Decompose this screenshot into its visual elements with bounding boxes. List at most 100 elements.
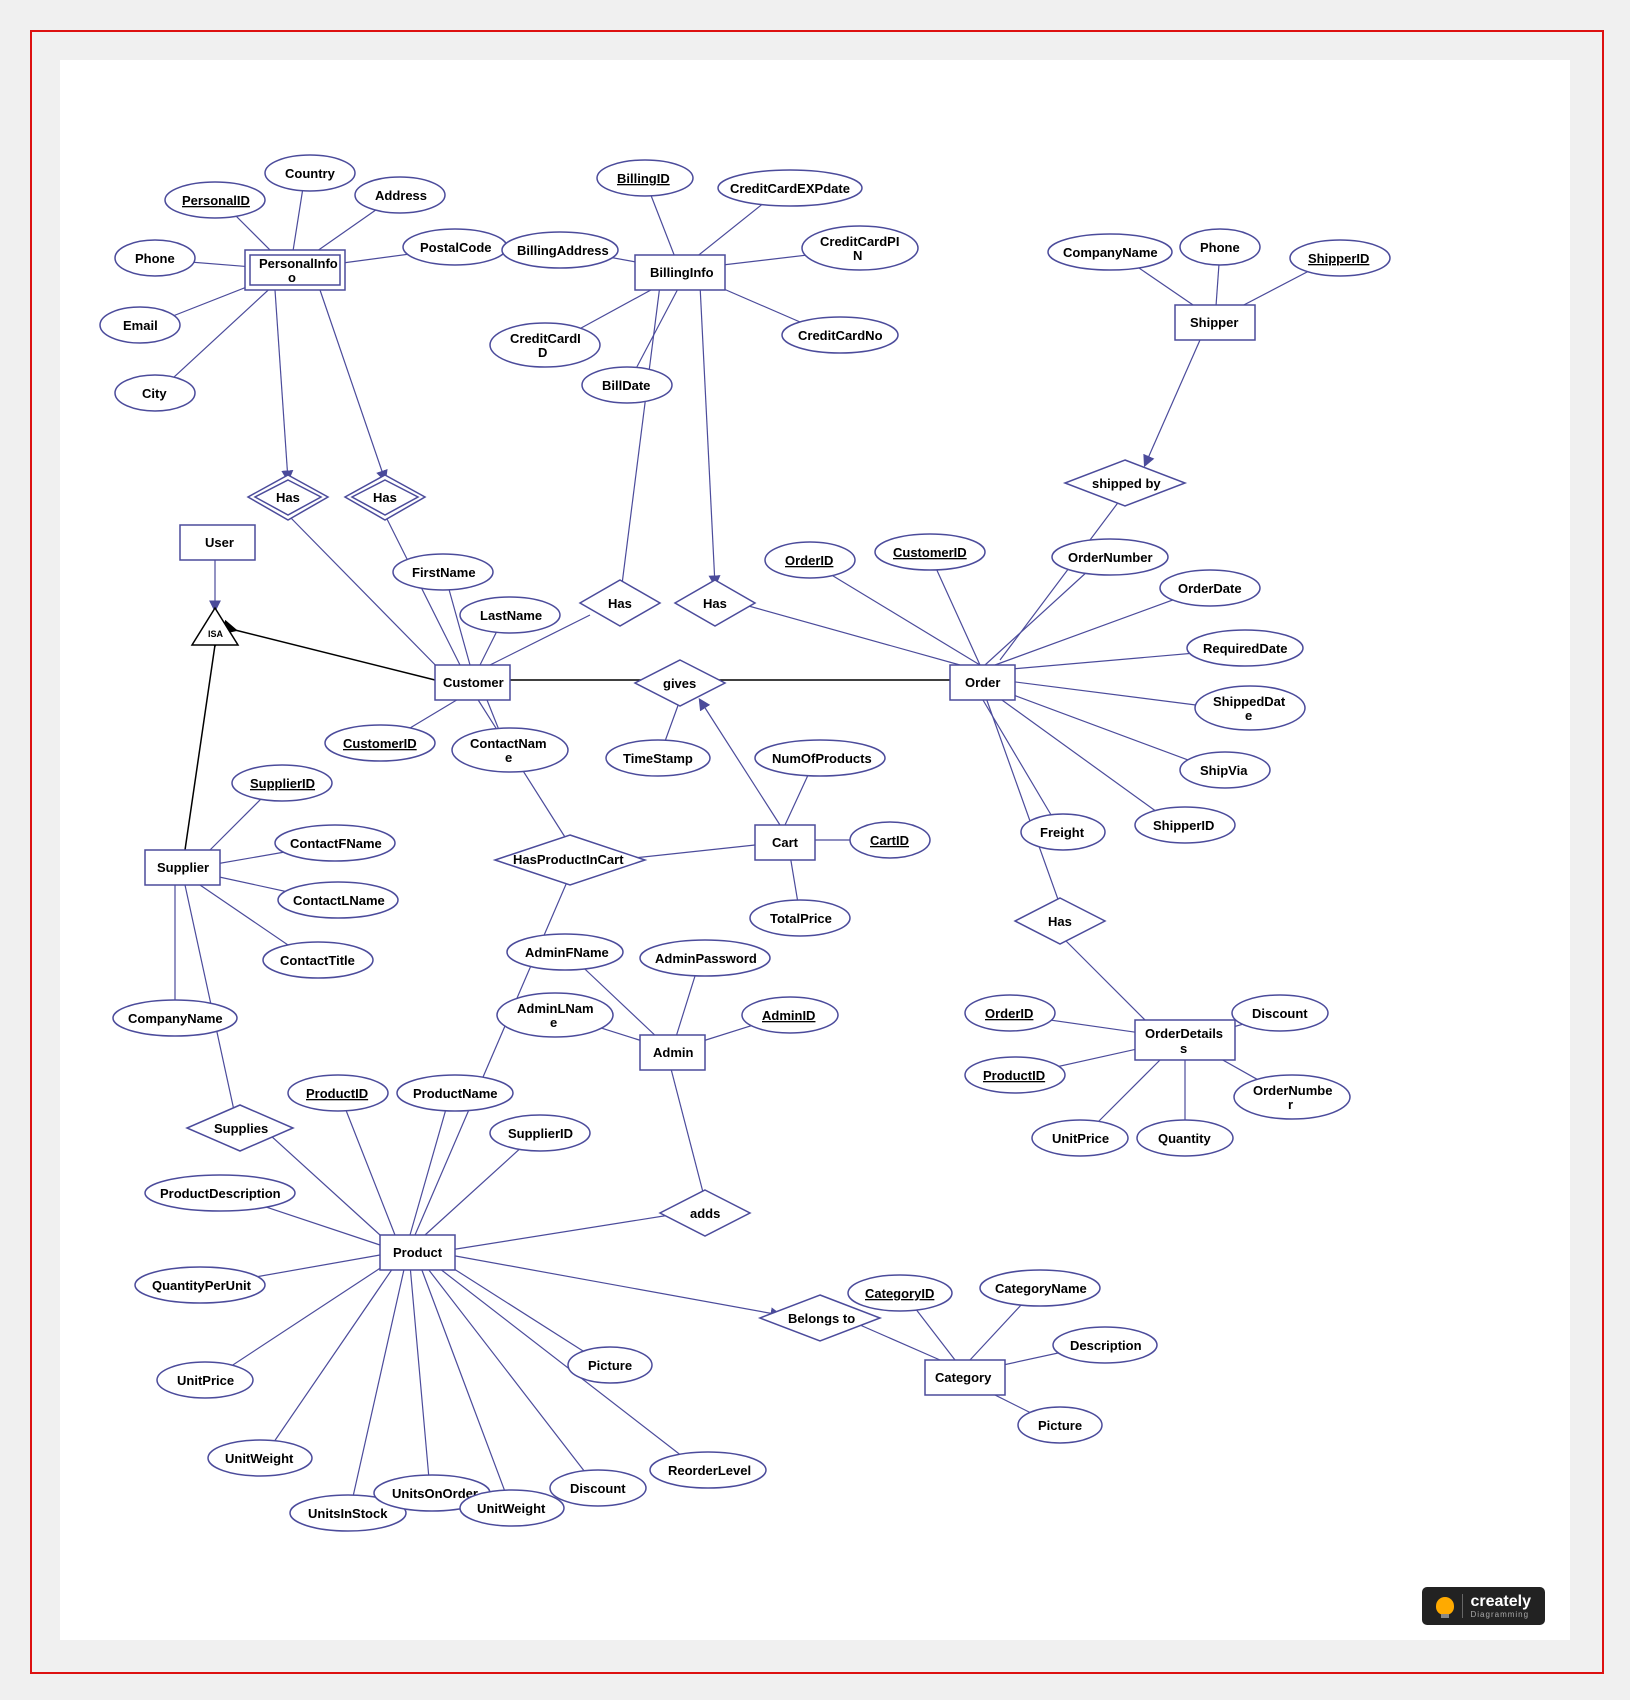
attr-unitweight2[interactable]: UnitWeight [460, 1490, 564, 1526]
attr-shippeddate[interactable]: ShippedDate [1195, 686, 1305, 730]
svg-text:BillingAddress: BillingAddress [517, 243, 609, 258]
entity-order[interactable]: Order [950, 665, 1015, 700]
attr-address[interactable]: Address [355, 177, 445, 213]
attr-phone[interactable]: Phone [115, 240, 195, 276]
attr-categoryname[interactable]: CategoryName [980, 1270, 1100, 1306]
attr-customerid[interactable]: CustomerID [325, 725, 435, 761]
rel-gives[interactable]: gives [635, 660, 725, 706]
entity-user[interactable]: User [180, 525, 255, 560]
attr-discount2[interactable]: Discount [1232, 995, 1328, 1031]
attr-orderid[interactable]: OrderID [765, 542, 855, 578]
isa-triangle[interactable]: ISA [192, 608, 238, 645]
svg-text:shipped by: shipped by [1092, 476, 1161, 491]
attr-productname[interactable]: ProductName [397, 1075, 513, 1111]
attr-timestamp[interactable]: TimeStamp [606, 740, 710, 776]
attr-unitweight[interactable]: UnitWeight [208, 1440, 312, 1476]
attr-numofproducts[interactable]: NumOfProducts [755, 740, 885, 776]
svg-text:ISA: ISA [208, 629, 224, 639]
rel-supplies[interactable]: Supplies [187, 1105, 293, 1151]
attr-customerid2[interactable]: CustomerID [875, 534, 985, 570]
svg-text:OrderDetails: OrderDetails [1145, 1026, 1223, 1041]
attr-picture[interactable]: Picture [568, 1347, 652, 1383]
attr-shipvia[interactable]: ShipVia [1180, 752, 1270, 788]
entity-billinginfo[interactable]: BillingInfo [635, 255, 725, 290]
attr-unitprice[interactable]: UnitPrice [157, 1362, 253, 1398]
entity-orderdetails[interactable]: OrderDetailss [1135, 1020, 1235, 1060]
attr-supplierid2[interactable]: SupplierID [490, 1115, 590, 1151]
attr-contactfname[interactable]: ContactFName [275, 825, 395, 861]
rel-has2[interactable]: Has [345, 475, 425, 520]
attr-companyname[interactable]: CompanyName [1048, 234, 1172, 270]
attr-city[interactable]: City [115, 375, 195, 411]
attr-productid[interactable]: ProductID [288, 1075, 388, 1111]
attr-unitprice2[interactable]: UnitPrice [1032, 1120, 1128, 1156]
attr-country[interactable]: Country [265, 155, 355, 191]
attr-billaddr[interactable]: BillingAddress [502, 232, 618, 268]
attr-phone2[interactable]: Phone [1180, 229, 1260, 265]
attr-reorderlevel[interactable]: ReorderLevel [650, 1452, 766, 1488]
attr-freight[interactable]: Freight [1021, 814, 1105, 850]
rel-shippedby[interactable]: shipped by [1065, 460, 1185, 506]
attr-firstname[interactable]: FirstName [393, 554, 493, 590]
svg-text:ContactNam: ContactNam [470, 736, 547, 751]
attr-companyname2[interactable]: CompanyName [113, 1000, 237, 1036]
rel-has5[interactable]: Has [1015, 898, 1105, 944]
rel-has1[interactable]: Has [248, 475, 328, 520]
rel-hasproductincart[interactable]: HasProductInCart [495, 835, 645, 885]
entity-product[interactable]: Product [380, 1235, 455, 1270]
attr-adminfname[interactable]: AdminFName [507, 934, 623, 970]
svg-text:SupplierID: SupplierID [250, 776, 315, 791]
attr-quantity[interactable]: Quantity [1137, 1120, 1233, 1156]
attr-categoryid[interactable]: CategoryID [848, 1275, 952, 1311]
attr-contacttitle[interactable]: ContactTitle [263, 942, 373, 978]
attr-adminpassword[interactable]: AdminPassword [640, 940, 770, 976]
rel-has4[interactable]: Has [675, 580, 755, 626]
attr-totalprice[interactable]: TotalPrice [750, 900, 850, 936]
attr-contactlname[interactable]: ContactLName [278, 882, 398, 918]
svg-text:AdminLNam: AdminLNam [517, 1001, 594, 1016]
rel-has3[interactable]: Has [580, 580, 660, 626]
svg-text:Order: Order [965, 675, 1000, 690]
entity-shipper[interactable]: Shipper [1175, 305, 1255, 340]
attr-adminid[interactable]: AdminID [742, 997, 838, 1033]
attr-supplierid[interactable]: SupplierID [232, 765, 332, 801]
svg-text:UnitPrice: UnitPrice [1052, 1131, 1109, 1146]
attr-productid2[interactable]: ProductID [965, 1057, 1065, 1093]
attr-billingid[interactable]: BillingID [597, 160, 693, 196]
attr-shipperid[interactable]: ShipperID [1290, 240, 1390, 276]
logo-text: creately [1471, 1593, 1532, 1611]
rel-adds[interactable]: adds [660, 1190, 750, 1236]
attr-description[interactable]: Description [1053, 1327, 1157, 1363]
attr-email[interactable]: Email [100, 307, 180, 343]
svg-text:UnitWeight: UnitWeight [225, 1451, 294, 1466]
attr-personalid[interactable]: PersonalID [165, 182, 265, 218]
attr-contactname[interactable]: ContactName [452, 728, 568, 772]
attr-adminlname[interactable]: AdminLName [497, 993, 613, 1037]
attr-billdate[interactable]: BillDate [582, 367, 672, 403]
svg-text:OrderDate: OrderDate [1178, 581, 1242, 596]
attr-ordernumber2[interactable]: OrderNumber [1234, 1075, 1350, 1119]
attr-ccpin[interactable]: CreditCardPIN [802, 226, 918, 270]
attr-orderid2[interactable]: OrderID [965, 995, 1055, 1031]
entity-cart[interactable]: Cart [755, 825, 815, 860]
attr-discount[interactable]: Discount [550, 1470, 646, 1506]
svg-text:LastName: LastName [480, 608, 542, 623]
entity-category[interactable]: Category [925, 1360, 1005, 1395]
entity-admin[interactable]: Admin [640, 1035, 705, 1070]
entity-personalinfo[interactable]: PersonalInfoo [245, 250, 345, 290]
attr-requireddate[interactable]: RequiredDate [1187, 630, 1303, 666]
attr-cartid[interactable]: CartID [850, 822, 930, 858]
attr-ordernumber[interactable]: OrderNumber [1052, 539, 1168, 575]
attr-ccid[interactable]: CreditCardID [490, 323, 600, 367]
attr-productdesc[interactable]: ProductDescription [145, 1175, 295, 1211]
attr-orderdate[interactable]: OrderDate [1160, 570, 1260, 606]
attr-postalcode[interactable]: PostalCode [403, 229, 507, 265]
entity-supplier[interactable]: Supplier [145, 850, 220, 885]
attr-ccexp[interactable]: CreditCardEXPdate [718, 170, 862, 206]
attr-qpu[interactable]: QuantityPerUnit [135, 1267, 265, 1303]
attr-lastname[interactable]: LastName [460, 597, 560, 633]
attr-shipperid2[interactable]: ShipperID [1135, 807, 1235, 843]
entity-customer[interactable]: Customer [435, 665, 510, 700]
attr-picture2[interactable]: Picture [1018, 1407, 1102, 1443]
attr-ccno[interactable]: CreditCardNo [782, 317, 898, 353]
